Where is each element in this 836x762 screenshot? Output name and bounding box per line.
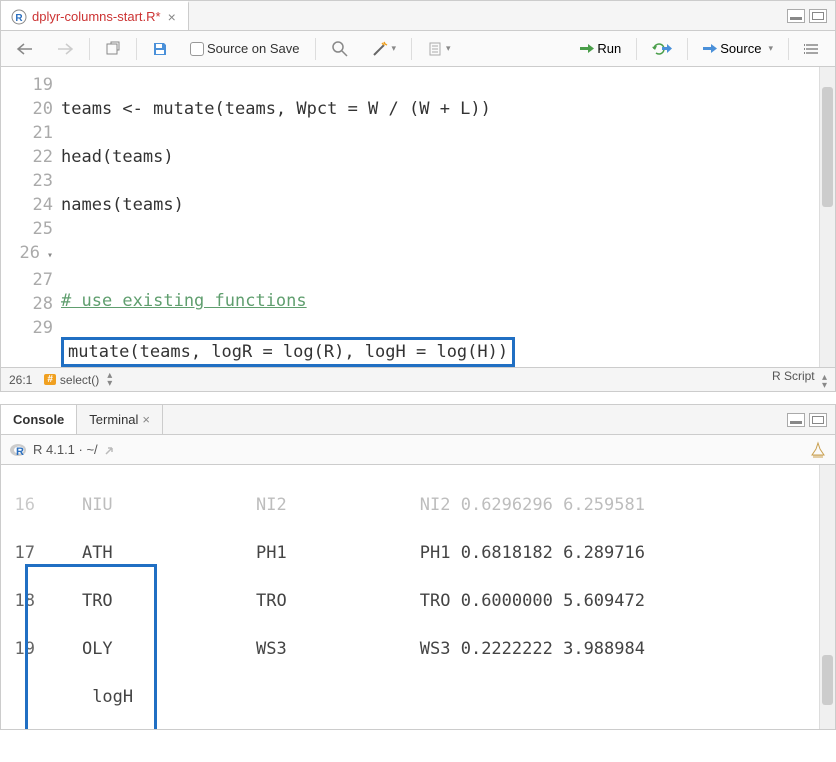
line-gutter: 19 20 21 22 23 24 25 26▾ 27 28 29 bbox=[1, 67, 61, 367]
line-20: head(teams) bbox=[61, 145, 835, 169]
output-row: 16 NIU NI2 NI2 0.6296296 6.259581 bbox=[1, 493, 835, 517]
console-output[interactable]: 16 NIU NI2 NI2 0.6296296 6.259581 17 ATH… bbox=[1, 465, 835, 729]
source-statusbar: 26:1 # select() ▴▾ R Script ▴▾ bbox=[1, 367, 835, 391]
r-logo-icon: R bbox=[9, 441, 27, 459]
output-header: logH bbox=[1, 685, 835, 709]
cursor-position: 26:1 bbox=[9, 373, 32, 387]
output-row: 17 ATH PH1 PH1 0.6818182 6.289716 bbox=[1, 541, 835, 565]
maximize-icon[interactable] bbox=[809, 9, 827, 23]
rerun-button[interactable] bbox=[645, 38, 679, 60]
source-on-save-toggle[interactable]: Source on Save bbox=[183, 37, 307, 60]
updown-icon: ▴▾ bbox=[822, 374, 827, 390]
tab-close-icon[interactable]: × bbox=[166, 9, 178, 25]
notebook-button[interactable]: ▾ bbox=[420, 37, 458, 61]
window-buttons bbox=[787, 413, 835, 427]
editor-scrollbar[interactable] bbox=[819, 67, 835, 367]
window-buttons bbox=[787, 9, 835, 23]
outline-button[interactable] bbox=[797, 38, 827, 60]
run-button[interactable]: Run bbox=[573, 37, 628, 60]
output-row: 18 TRO TRO TRO 0.6000000 5.609472 bbox=[1, 589, 835, 613]
console-scrollbar[interactable] bbox=[819, 465, 835, 729]
svg-text:R: R bbox=[15, 13, 23, 24]
tab-title: dplyr-columns-start.R* bbox=[32, 9, 161, 24]
file-tab[interactable]: R dplyr-columns-start.R* × bbox=[1, 1, 189, 30]
code-area[interactable]: teams <- mutate(teams, Wpct = W / (W + L… bbox=[61, 67, 835, 367]
tab-terminal[interactable]: Terminal× bbox=[77, 405, 163, 434]
maximize-icon[interactable] bbox=[809, 413, 827, 427]
show-in-window-button[interactable] bbox=[98, 37, 128, 61]
section-crumb[interactable]: # select() ▴▾ bbox=[44, 372, 112, 388]
minimize-icon[interactable] bbox=[787, 413, 805, 427]
source-panel: R dplyr-columns-start.R* × Source on Sav… bbox=[0, 0, 836, 392]
line-21: names(teams) bbox=[61, 193, 835, 217]
save-button[interactable] bbox=[145, 37, 175, 61]
updown-icon: ▴▾ bbox=[107, 372, 112, 388]
console-tabbar: Console Terminal× bbox=[1, 405, 835, 435]
find-button[interactable] bbox=[324, 36, 356, 62]
tab-close-icon[interactable]: × bbox=[142, 412, 150, 427]
hash-icon: # bbox=[44, 374, 56, 385]
source-toolbar: Source on Save ▾ ▾ Run Source▾ bbox=[1, 31, 835, 67]
language-mode[interactable]: R Script ▴▾ bbox=[772, 369, 827, 390]
popout-icon[interactable] bbox=[104, 444, 118, 456]
r-version: R 4.1.1 · ~/ bbox=[33, 442, 98, 457]
console-panel: Console Terminal× R R 4.1.1 · ~/ 16 NIU … bbox=[0, 404, 836, 730]
checkbox-icon bbox=[190, 42, 204, 56]
code-editor[interactable]: 19 20 21 22 23 24 25 26▾ 27 28 29 teams … bbox=[1, 67, 835, 367]
line-22 bbox=[61, 241, 835, 265]
line-23: # use existing functions bbox=[61, 289, 835, 313]
tab-console[interactable]: Console bbox=[1, 405, 77, 434]
source-tabbar: R dplyr-columns-start.R* × bbox=[1, 1, 835, 31]
source-button[interactable]: Source▾ bbox=[696, 37, 780, 60]
line-19: teams <- mutate(teams, Wpct = W / (W + L… bbox=[61, 97, 835, 121]
clear-console-icon[interactable] bbox=[809, 441, 827, 459]
wand-button[interactable]: ▾ bbox=[364, 36, 404, 62]
r-file-icon: R bbox=[11, 9, 27, 25]
back-button[interactable] bbox=[9, 38, 41, 60]
forward-button[interactable] bbox=[49, 38, 81, 60]
output-row: 19 OLY WS3 WS3 0.2222222 3.988984 bbox=[1, 637, 835, 661]
line-24: mutate(teams, logR = log(R), logH = log(… bbox=[61, 337, 835, 367]
console-header: R R 4.1.1 · ~/ bbox=[1, 435, 835, 465]
minimize-icon[interactable] bbox=[787, 9, 805, 23]
svg-text:R: R bbox=[16, 446, 24, 458]
